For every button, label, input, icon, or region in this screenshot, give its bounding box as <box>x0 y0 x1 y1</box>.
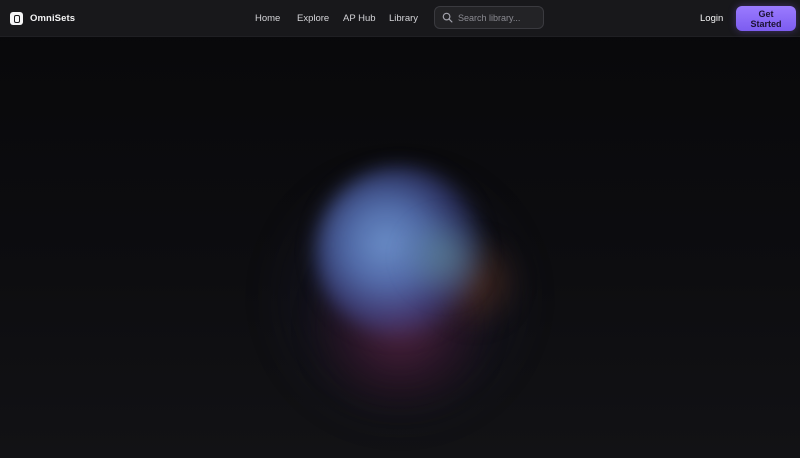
main-nav: Home Explore AP Hub Library <box>0 0 800 37</box>
login-link[interactable]: Login <box>700 13 723 24</box>
search-icon <box>441 12 453 24</box>
nav-item-ap-hub[interactable]: AP Hub <box>343 13 376 24</box>
nav-item-explore[interactable]: Explore <box>297 13 329 24</box>
hero-section <box>0 37 800 458</box>
get-started-button[interactable]: Get Started <box>736 6 796 31</box>
landing-page: OmniSets Home Explore AP Hub Library Log… <box>0 0 800 458</box>
search-input[interactable] <box>458 12 540 23</box>
nav-item-library[interactable]: Library <box>389 13 418 24</box>
hero-orb-teal-glow <box>400 212 490 302</box>
top-navbar: OmniSets Home Explore AP Hub Library Log… <box>0 0 800 37</box>
search-box[interactable] <box>434 6 544 29</box>
nav-item-home[interactable]: Home <box>255 13 280 24</box>
